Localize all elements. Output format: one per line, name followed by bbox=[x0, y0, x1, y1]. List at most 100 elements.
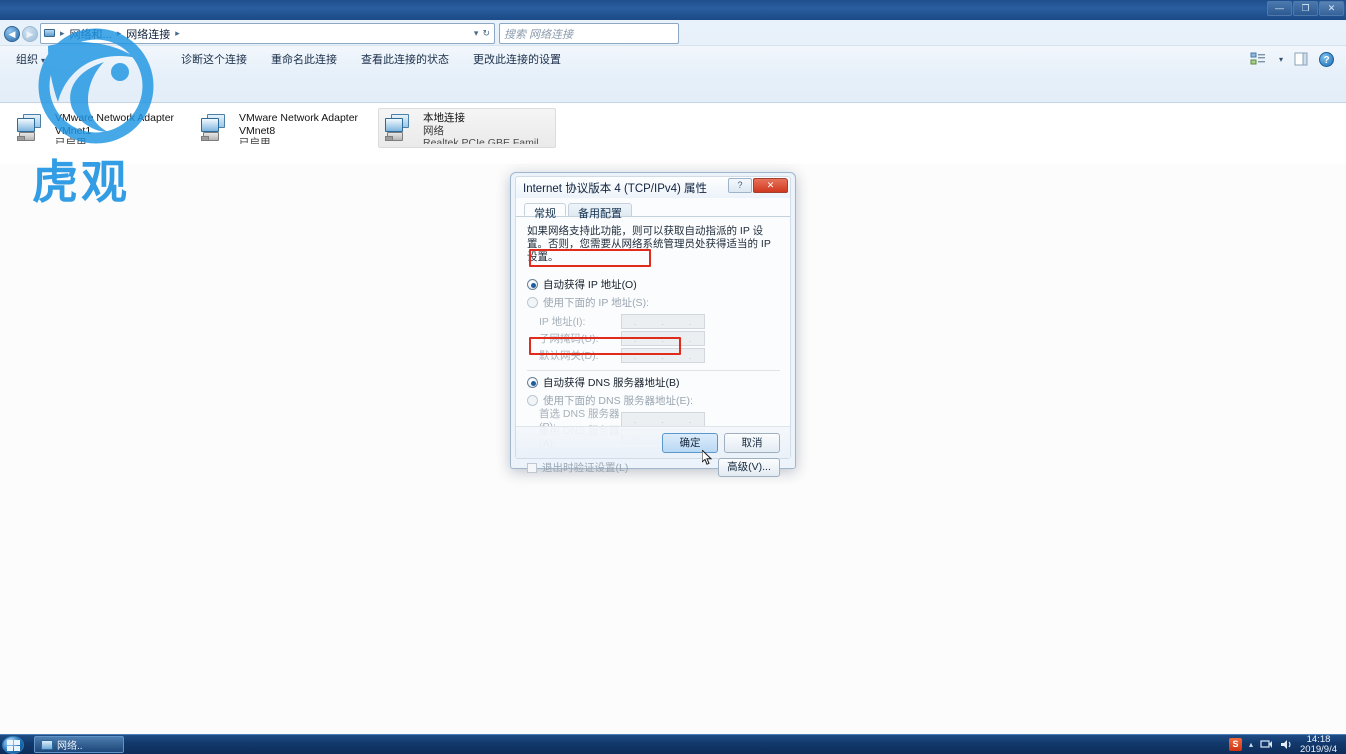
help-icon[interactable]: ? bbox=[1319, 51, 1334, 67]
dialog-help-button[interactable]: ? bbox=[728, 178, 752, 193]
cancel-button[interactable]: 取消 bbox=[724, 432, 780, 453]
preview-pane-icon[interactable] bbox=[1293, 51, 1309, 67]
clock-time: 14:18 bbox=[1306, 733, 1331, 745]
network-connections-list: VMware Network Adapter VMnet1 已启用 VMware… bbox=[0, 104, 1346, 164]
input-ip-address[interactable]: ... bbox=[621, 314, 705, 329]
adapter-name-line2: VMnet1 bbox=[55, 124, 92, 137]
section-divider bbox=[527, 370, 780, 371]
dialog-tabs: 常规 备用配置 bbox=[516, 198, 790, 220]
radio-manual-ip-label: 使用下面的 IP 地址(S): bbox=[543, 297, 649, 309]
radio-auto-dns-label: 自动获得 DNS 服务器地址(B) bbox=[543, 377, 680, 389]
field-row-default-gateway: 默认网关(D): ... bbox=[539, 347, 780, 364]
taskbar: 网络.. S ▴ 14:18 2019/9/4 bbox=[0, 734, 1346, 754]
view-options-chevron-icon[interactable]: ▾ bbox=[1279, 55, 1283, 64]
taskbar-item-network-connections[interactable]: 网络.. bbox=[34, 736, 124, 753]
address-bar[interactable]: ▸ 网络和... ▸ 网络连接 ▸ ▾ ↻ bbox=[40, 23, 495, 44]
radio-auto-dns[interactable] bbox=[527, 377, 538, 388]
organize-button[interactable]: 组织 ▾ bbox=[6, 47, 57, 71]
radio-auto-ip[interactable] bbox=[527, 279, 538, 290]
view-options-icon[interactable] bbox=[1250, 51, 1266, 67]
advanced-button[interactable]: 高级(V)... bbox=[718, 458, 780, 477]
label-default-gateway: 默认网关(D): bbox=[539, 350, 599, 362]
ipv4-properties-dialog: Internet 协议版本 4 (TCP/IPv4) 属性 ? ✕ 常规 备用配… bbox=[510, 172, 796, 477]
breadcrumb-item-0[interactable]: 网络和... bbox=[67, 26, 115, 42]
list-item-local-area-connection[interactable]: 本地连接 网络 Realtek PCIe GBE Family Contr... bbox=[378, 108, 556, 148]
screen: — ❐ ✕ ◀ ▶ ▸ 网络和... ▸ 网络连接 ▸ ▾ ↻ 搜索 网络连接 … bbox=[0, 0, 1346, 754]
search-input[interactable]: 搜索 网络连接 bbox=[499, 23, 679, 44]
adapter-name: VMware Network Adapter bbox=[239, 112, 359, 124]
validate-row: 退出时验证设置(L) 高级(V)... bbox=[527, 458, 780, 477]
search-placeholder: 搜索 网络连接 bbox=[504, 28, 574, 41]
breadcrumb-sep-1[interactable]: ▸ bbox=[175, 28, 180, 39]
clock[interactable]: 14:18 2019/9/4 bbox=[1300, 733, 1341, 754]
tab-general[interactable]: 常规 bbox=[524, 203, 566, 220]
toolbar-right-group: ▾ ? bbox=[1250, 51, 1340, 67]
breadcrumb-leading-sep: ▸ bbox=[60, 28, 65, 38]
start-button[interactable] bbox=[2, 735, 24, 754]
radio-auto-dns-row[interactable]: 自动获得 DNS 服务器地址(B) bbox=[527, 375, 780, 390]
ok-button[interactable]: 确定 bbox=[662, 432, 718, 453]
radio-manual-dns[interactable] bbox=[527, 395, 538, 406]
dialog-title-bar: Internet 协议版本 4 (TCP/IPv4) 属性 ? ✕ bbox=[516, 177, 790, 198]
refresh-icon[interactable]: ↻ bbox=[482, 28, 490, 39]
close-button[interactable]: ✕ bbox=[1319, 1, 1344, 16]
checkbox-validate-settings-row[interactable]: 退出时验证设置(L) bbox=[527, 460, 628, 475]
breadcrumb-sep-0[interactable]: ▸ bbox=[117, 28, 122, 39]
address-dropdown-icon[interactable]: ▾ bbox=[474, 28, 479, 39]
radio-auto-ip-row[interactable]: 自动获得 IP 地址(O) bbox=[527, 277, 780, 292]
tab-alternate-config[interactable]: 备用配置 bbox=[568, 203, 632, 220]
input-default-gateway[interactable]: ... bbox=[621, 348, 705, 363]
window-caption-buttons: — ❐ ✕ bbox=[1267, 1, 1344, 16]
explorer-window: — ❐ ✕ ◀ ▶ ▸ 网络和... ▸ 网络连接 ▸ ▾ ↻ 搜索 网络连接 … bbox=[0, 0, 1346, 103]
forward-button[interactable]: ▶ bbox=[22, 25, 38, 42]
ip-fields-group: IP 地址(I): ... 子网掩码(U): ... 默认网关(D): ... bbox=[527, 313, 780, 364]
show-hidden-icons-icon[interactable]: ▴ bbox=[1249, 740, 1253, 749]
checkbox-validate-settings[interactable] bbox=[527, 462, 537, 473]
address-bar-row: ◀ ▶ ▸ 网络和... ▸ 网络连接 ▸ ▾ ↻ 搜索 网络连接 bbox=[0, 20, 1346, 45]
dialog-footer: 确定 取消 bbox=[516, 426, 790, 458]
field-row-subnet-mask: 子网掩码(U): ... bbox=[539, 330, 780, 347]
radio-manual-ip-row[interactable]: 使用下面的 IP 地址(S): bbox=[527, 295, 780, 310]
network-adapter-icon bbox=[199, 112, 233, 146]
adapter-status: 已启用 bbox=[239, 137, 271, 144]
radio-auto-ip-label: 自动获得 IP 地址(O) bbox=[543, 279, 637, 291]
breadcrumb-item-1[interactable]: 网络连接 bbox=[123, 26, 173, 42]
list-item-text: VMware Network Adapter VMnet8 已启用 bbox=[239, 112, 358, 144]
network-adapter-icon bbox=[383, 112, 417, 146]
list-item[interactable]: VMware Network Adapter VMnet1 已启用 bbox=[10, 108, 188, 148]
list-item-text: 本地连接 网络 Realtek PCIe GBE Family Contr... bbox=[423, 112, 551, 144]
volume-tray-icon[interactable] bbox=[1280, 738, 1293, 751]
system-tray: S ▴ 14:18 2019/9/4 bbox=[1229, 733, 1346, 754]
network-window-icon bbox=[41, 739, 53, 750]
field-row-ip-address: IP 地址(I): ... bbox=[539, 313, 780, 330]
list-item[interactable]: VMware Network Adapter VMnet8 已启用 bbox=[194, 108, 372, 148]
adapter-device: Realtek PCIe GBE Family Contr... bbox=[423, 137, 551, 144]
network-tray-icon[interactable] bbox=[1260, 738, 1273, 751]
label-subnet-mask: 子网掩码(U): bbox=[539, 333, 599, 345]
adapter-status: 网络 bbox=[423, 124, 444, 137]
adapter-status: 已启用 bbox=[55, 137, 87, 144]
adapter-name: 本地连接 bbox=[423, 112, 465, 124]
clock-date: 2019/9/4 bbox=[1300, 743, 1337, 754]
explorer-toolbar: 组织 ▾ 诊断这个连接 重命名此连接 查看此连接的状态 更改此连接的设置 ▾ ? bbox=[0, 45, 1346, 72]
radio-manual-ip[interactable] bbox=[527, 297, 538, 308]
taskbar-item-label: 网络.. bbox=[57, 741, 83, 752]
toolbar-item-rename[interactable]: 重命名此连接 bbox=[259, 47, 349, 71]
dialog-title: Internet 协议版本 4 (TCP/IPv4) 属性 bbox=[523, 183, 708, 195]
input-preferred-dns[interactable]: ... bbox=[621, 412, 705, 427]
chevron-down-icon: ▾ bbox=[41, 56, 46, 65]
list-item-text: VMware Network Adapter VMnet1 已启用 bbox=[55, 112, 174, 144]
toolbar-item-view-status[interactable]: 查看此连接的状态 bbox=[349, 47, 461, 71]
minimize-button[interactable]: — bbox=[1267, 1, 1292, 16]
adapter-name-line2: VMnet8 bbox=[239, 124, 276, 137]
dialog-inner-frame: Internet 协议版本 4 (TCP/IPv4) 属性 ? ✕ 常规 备用配… bbox=[515, 176, 791, 477]
network-folder-icon bbox=[43, 27, 58, 41]
back-button[interactable]: ◀ bbox=[4, 25, 20, 42]
toolbar-item-diagnose[interactable]: 诊断这个连接 bbox=[169, 47, 259, 71]
restore-button[interactable]: ❐ bbox=[1293, 1, 1318, 16]
dialog-close-button[interactable]: ✕ bbox=[753, 178, 788, 193]
sogou-input-icon[interactable]: S bbox=[1229, 738, 1242, 751]
window-caption-bar: — ❐ ✕ bbox=[0, 0, 1346, 20]
input-subnet-mask[interactable]: ... bbox=[621, 331, 705, 346]
toolbar-item-change-settings[interactable]: 更改此连接的设置 bbox=[461, 47, 573, 71]
